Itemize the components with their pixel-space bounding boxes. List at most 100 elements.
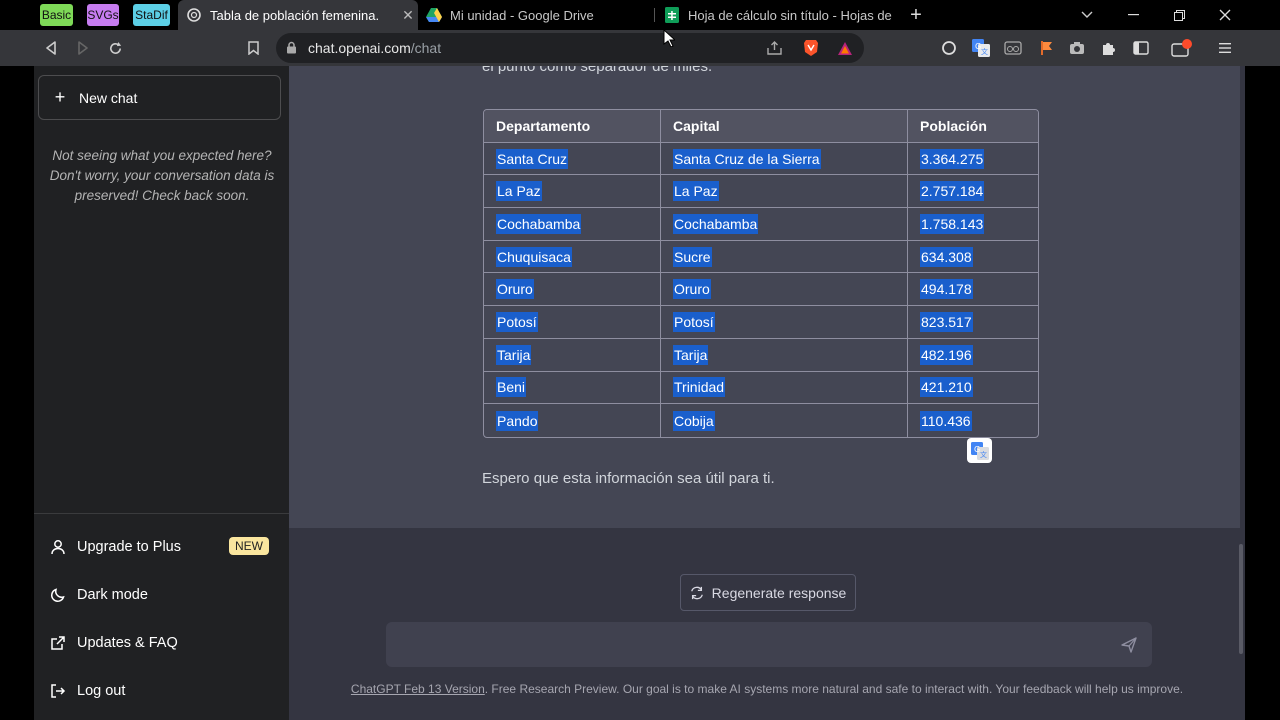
table-row: Pando Cobija 110.436 [484,404,1038,437]
tab-google-sheets[interactable]: Hoja de cálculo sin título - Hojas de cá… [656,0,892,30]
selected-cell-text: Potosí [496,311,538,332]
bookmark-icon[interactable] [241,36,265,60]
assistant-message: el punto como separador de miles. Depart… [289,66,1240,528]
flag-extension-icon[interactable] [1035,36,1059,60]
table-cell: Oruro [484,273,661,307]
selected-cell-text: Santa Cruz [496,148,569,169]
address-bar[interactable]: chat.openai.com/chat [276,33,864,63]
tab-search-chevron-icon[interactable] [1064,0,1110,30]
regenerate-response-button[interactable]: Regenerate response [680,574,856,611]
chat-main: el punto como separador de miles. Depart… [289,66,1245,720]
pinned-tab-basic[interactable]: Basic [40,4,73,26]
table-cell: 3.364.275 [908,143,1038,176]
selected-cell-text: Cobija [673,410,715,431]
brave-shield-icon[interactable] [799,36,823,60]
close-tab-icon[interactable]: ✕ [398,7,418,24]
google-sheets-icon [664,7,680,23]
new-chat-button[interactable]: + New chat [38,75,281,120]
table-cell: Sucre [661,240,908,274]
selected-cell-text: Chuquisaca [496,246,572,267]
selected-cell-text: 1.758.143 [920,213,985,234]
google-translate-popup-icon[interactable]: G文 [967,438,992,463]
table-row: La Paz La Paz 2.757.184 [484,175,1038,209]
selected-cell-text: Santa Cruz de la Sierra [673,148,821,169]
selected-cell-text: 3.364.275 [920,148,985,169]
tab-google-drive[interactable]: Mi unidad - Google Drive [418,0,650,30]
selected-cell-text: Pando [496,410,539,431]
sidebar-item-log-out[interactable]: Log out [34,671,289,711]
sidebar: + New chat Not seeing what you expected … [34,66,289,720]
tab-active-chat[interactable]: Tabla de población femenina. ✕ [178,0,418,30]
footer-text: . Free Research Preview. Our goal is to … [484,682,1184,696]
minimize-button[interactable] [1110,0,1156,30]
back-icon[interactable] [39,36,63,60]
camera-icon[interactable] [1065,36,1089,60]
table-row: Oruro Oruro 494.178 [484,273,1038,307]
message-composer [386,622,1152,667]
google-drive-icon [426,7,442,23]
message-input[interactable] [400,622,1100,667]
table-cell: Cochabamba [484,208,661,241]
table-row: Chuquisaca Sucre 634.308 [484,240,1038,274]
forward-icon[interactable] [71,36,95,60]
footer: ChatGPT Feb 13 Version. Free Research Pr… [289,682,1245,696]
table-cell: 1.758.143 [908,208,1038,241]
table-cell: Cochabamba [661,208,908,241]
wallet-notification-icon[interactable] [1170,36,1194,60]
table-cell: 482.196 [908,339,1038,372]
table-cell: 2.757.184 [908,175,1038,209]
sidebar-item-dark-mode[interactable]: Dark mode [34,575,289,615]
message-closing-text: Espero que esta información sea útil par… [482,470,775,487]
browser-window: Basic SVGs StaDif Tabla de población fem… [0,0,1280,720]
table-cell: Tarija [484,338,661,372]
tab-title: Hoja de cálculo sin título - Hojas de cá… [688,7,892,23]
browser-toolbar: chat.openai.com/chat G文 [0,30,1280,66]
sidebar-item-updates-faq[interactable]: Updates & FAQ [34,623,289,663]
reader-glasses-icon[interactable] [1001,36,1025,60]
lock-icon[interactable] [286,41,297,59]
svg-text:文: 文 [981,47,988,56]
brave-rewards-icon[interactable] [833,36,857,60]
pinned-tab-svgs[interactable]: SVGs [87,4,119,26]
selected-cell-text: 823.517 [920,311,973,332]
url-text: chat.openai.com/chat [308,40,441,56]
column-header: Población [908,110,1038,143]
table-cell: 634.308 [908,241,1038,274]
external-link-icon [48,635,68,651]
scrollbar[interactable] [1239,544,1243,654]
selected-cell-text: Cochabamba [673,213,759,234]
selected-cell-text: La Paz [496,181,542,202]
sidebar-panel-icon[interactable] [1129,36,1153,60]
send-icon[interactable] [1120,636,1138,654]
plus-icon: + [54,87,66,107]
url-path: /chat [410,40,442,56]
close-window-button[interactable] [1202,0,1248,30]
table-cell: Potosí [484,306,661,339]
mouse-cursor-icon [663,28,677,52]
left-edge [0,66,34,720]
extensions-puzzle-icon[interactable] [1097,36,1121,60]
new-tab-button[interactable]: + [896,0,936,30]
menu-icon[interactable] [1213,36,1237,60]
google-translate-extension-icon[interactable]: G文 [969,36,993,60]
table-cell: 421.210 [908,372,1038,405]
right-edge [1245,66,1280,720]
selected-cell-text: Cochabamba [496,213,582,234]
sidebar-item-label: Upgrade to Plus [77,539,181,555]
logout-icon [48,683,68,699]
reload-icon[interactable] [103,36,127,60]
selected-cell-text: La Paz [673,181,719,202]
extension-circle-icon[interactable] [937,36,961,60]
selected-cell-text: Sucre [673,246,712,267]
table-row: Cochabamba Cochabamba 1.758.143 [484,208,1038,241]
pinned-tab-stadif[interactable]: StaDif [133,4,170,26]
restore-button[interactable] [1156,0,1202,30]
selected-cell-text: Potosí [673,311,715,332]
share-icon[interactable] [762,36,786,60]
version-link[interactable]: ChatGPT Feb 13 Version [351,682,485,696]
table-row: Potosí Potosí 823.517 [484,306,1038,339]
column-header: Capital [661,110,908,143]
table-cell: Trinidad [661,371,908,405]
column-header: Departamento [484,110,661,143]
sidebar-item-upgrade[interactable]: Upgrade to Plus NEW [34,527,289,567]
